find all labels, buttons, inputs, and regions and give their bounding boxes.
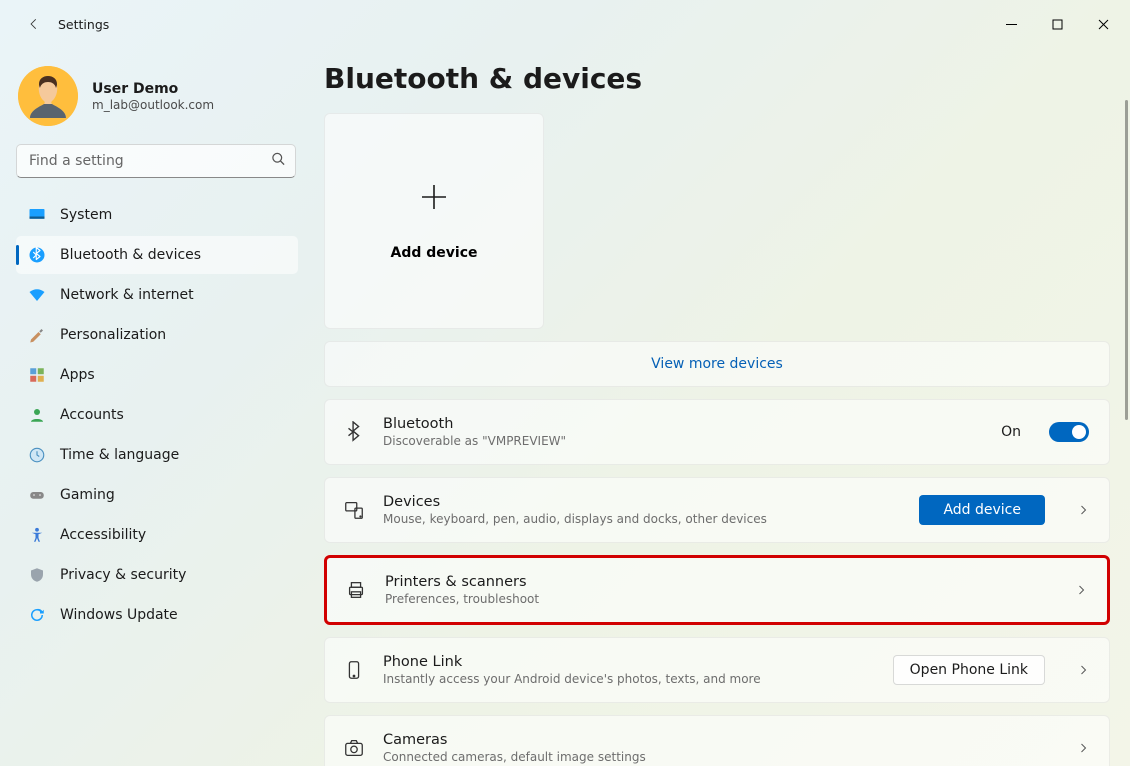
accessibility-icon — [28, 526, 46, 544]
cameras-sub: Connected cameras, default image setting… — [383, 750, 1045, 764]
close-button[interactable] — [1080, 8, 1126, 40]
devices-row[interactable]: Devices Mouse, keyboard, pen, audio, dis… — [324, 477, 1110, 543]
nav-bluetooth-devices[interactable]: Bluetooth & devices — [16, 236, 298, 274]
plus-icon — [418, 181, 450, 221]
cameras-title: Cameras — [383, 732, 1045, 748]
clock-icon — [28, 446, 46, 464]
page-title: Bluetooth & devices — [324, 62, 1110, 95]
add-device-label: Add device — [391, 245, 478, 261]
add-device-button[interactable]: Add device — [919, 495, 1045, 525]
phone-title: Phone Link — [383, 654, 875, 670]
phone-icon — [343, 659, 365, 681]
nav-label: Privacy & security — [60, 567, 186, 583]
bluetooth-card: Bluetooth Discoverable as "VMPREVIEW" On — [324, 399, 1110, 465]
view-more-devices[interactable]: View more devices — [324, 341, 1110, 387]
nav-label: Gaming — [60, 487, 115, 503]
bluetooth-toggle[interactable] — [1049, 422, 1089, 442]
cameras-row[interactable]: Cameras Connected cameras, default image… — [324, 715, 1110, 766]
person-icon — [28, 406, 46, 424]
add-device-card[interactable]: Add device — [324, 113, 544, 329]
sidebar: User Demo m_lab@outlook.com System Bluet… — [0, 48, 310, 766]
profile-email: m_lab@outlook.com — [92, 98, 214, 112]
nav-privacy-security[interactable]: Privacy & security — [16, 556, 298, 594]
nav-label: Time & language — [60, 447, 179, 463]
bluetooth-state-label: On — [1001, 424, 1021, 440]
nav-windows-update[interactable]: Windows Update — [16, 596, 298, 634]
nav-accounts[interactable]: Accounts — [16, 396, 298, 434]
nav-gaming[interactable]: Gaming — [16, 476, 298, 514]
nav-apps[interactable]: Apps — [16, 356, 298, 394]
printers-sub: Preferences, troubleshoot — [385, 592, 1043, 606]
chevron-right-icon — [1075, 581, 1087, 600]
devices-sub: Mouse, keyboard, pen, audio, displays an… — [383, 512, 901, 526]
nav-label: Windows Update — [60, 607, 178, 623]
main-content: Bluetooth & devices Add device View more… — [310, 48, 1130, 766]
nav-time-language[interactable]: Time & language — [16, 436, 298, 474]
avatar — [18, 66, 78, 126]
chevron-right-icon — [1077, 501, 1089, 520]
bluetooth-icon — [343, 421, 365, 443]
chevron-right-icon — [1077, 661, 1089, 680]
titlebar: Settings — [0, 0, 1130, 48]
nav-label: System — [60, 207, 112, 223]
printer-icon — [345, 579, 367, 601]
nav-accessibility[interactable]: Accessibility — [16, 516, 298, 554]
shield-icon — [28, 566, 46, 584]
wifi-icon — [28, 286, 46, 304]
nav-label: Personalization — [60, 327, 166, 343]
nav-label: Accessibility — [60, 527, 146, 543]
nav-label: Accounts — [60, 407, 124, 423]
chevron-right-icon — [1077, 739, 1089, 758]
nav-system[interactable]: System — [16, 196, 298, 234]
phone-link-row[interactable]: Phone Link Instantly access your Android… — [324, 637, 1110, 703]
apps-icon — [28, 366, 46, 384]
nav-label: Bluetooth & devices — [60, 247, 201, 263]
devices-title: Devices — [383, 494, 901, 510]
view-more-label: View more devices — [651, 356, 783, 372]
open-phone-link-button[interactable]: Open Phone Link — [893, 655, 1045, 685]
update-icon — [28, 606, 46, 624]
maximize-button[interactable] — [1034, 8, 1080, 40]
gamepad-icon — [28, 486, 46, 504]
devices-icon — [343, 499, 365, 521]
scrollbar[interactable] — [1125, 100, 1128, 420]
printers-scanners-row[interactable]: Printers & scanners Preferences, trouble… — [324, 555, 1110, 625]
nav-label: Apps — [60, 367, 95, 383]
profile-block[interactable]: User Demo m_lab@outlook.com — [18, 66, 292, 126]
back-button[interactable] — [20, 10, 48, 38]
monitor-icon — [28, 206, 46, 224]
minimize-button[interactable] — [988, 8, 1034, 40]
nav-network[interactable]: Network & internet — [16, 276, 298, 314]
profile-name: User Demo — [92, 81, 214, 97]
bluetooth-title: Bluetooth — [383, 416, 983, 432]
phone-sub: Instantly access your Android device's p… — [383, 672, 875, 686]
search-input[interactable] — [16, 144, 296, 178]
nav-label: Network & internet — [60, 287, 194, 303]
printers-title: Printers & scanners — [385, 574, 1043, 590]
app-title: Settings — [58, 17, 109, 32]
search-icon — [271, 152, 286, 171]
bluetooth-sub: Discoverable as "VMPREVIEW" — [383, 434, 983, 448]
brush-icon — [28, 326, 46, 344]
bluetooth-icon — [28, 246, 46, 264]
nav-personalization[interactable]: Personalization — [16, 316, 298, 354]
camera-icon — [343, 737, 365, 759]
